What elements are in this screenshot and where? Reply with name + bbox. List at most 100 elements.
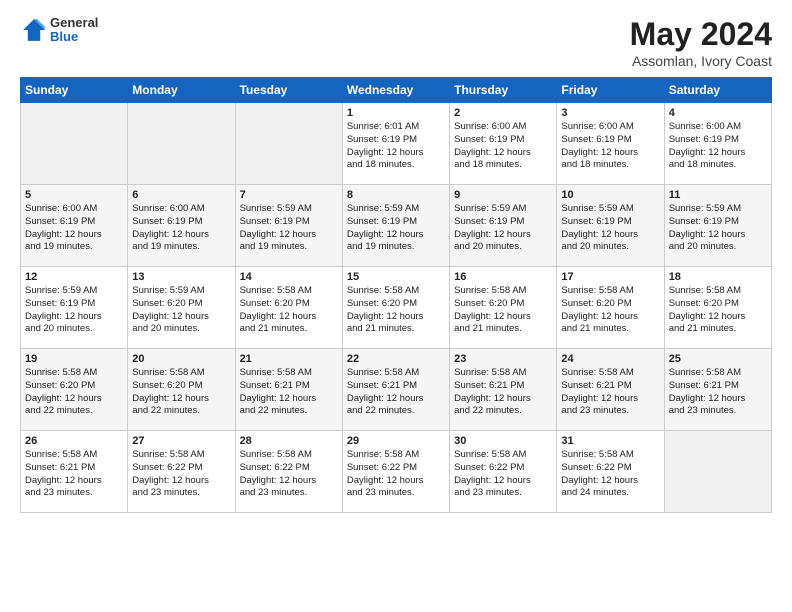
calendar-cell: 25 Sunrise: 5:58 AM Sunset: 6:21 PM Dayli… xyxy=(664,349,771,431)
calendar-day-header: Sunday xyxy=(21,78,128,103)
calendar-cell: 20 Sunrise: 5:58 AM Sunset: 6:20 PM Dayli… xyxy=(128,349,235,431)
day-info: Sunrise: 6:00 AM Sunset: 6:19 PM Dayligh… xyxy=(454,121,552,172)
day-number: 22 xyxy=(347,353,445,365)
calendar-cell: 2 Sunrise: 6:00 AM Sunset: 6:19 PM Daylig… xyxy=(450,103,557,185)
day-info: Sunrise: 6:00 AM Sunset: 6:19 PM Dayligh… xyxy=(669,121,767,172)
day-number: 21 xyxy=(240,353,338,365)
calendar-cell xyxy=(128,103,235,185)
day-number: 1 xyxy=(347,107,445,119)
calendar-cell: 14Sunrise: 5:58 AM Sunset: 6:20 PM Dayli… xyxy=(235,267,342,349)
calendar-week-row: 26 Sunrise: 5:58 AM Sunset: 6:21 PM Dayli… xyxy=(21,431,772,513)
day-info: Sunrise: 5:58 AM Sunset: 6:20 PM Dayligh… xyxy=(132,367,230,418)
calendar-cell: 16 Sunrise: 5:58 AM Sunset: 6:20 PM Dayli… xyxy=(450,267,557,349)
calendar-day-header: Saturday xyxy=(664,78,771,103)
calendar-week-row: 19 Sunrise: 5:58 AM Sunset: 6:20 PM Dayli… xyxy=(21,349,772,431)
day-number: 12 xyxy=(25,271,123,283)
logo-text: General Blue xyxy=(50,16,98,45)
calendar-cell xyxy=(664,431,771,513)
day-number: 2 xyxy=(454,107,552,119)
calendar-cell: 27 Sunrise: 5:58 AM Sunset: 6:22 PM Dayli… xyxy=(128,431,235,513)
day-number: 3 xyxy=(561,107,659,119)
header: General Blue May 2024 Assomlan, Ivory Co… xyxy=(20,16,772,69)
day-number: 31 xyxy=(561,435,659,447)
calendar-cell: 12Sunrise: 5:59 AM Sunset: 6:19 PM Dayli… xyxy=(21,267,128,349)
day-number: 29 xyxy=(347,435,445,447)
calendar-cell: 3 Sunrise: 6:00 AM Sunset: 6:19 PM Daylig… xyxy=(557,103,664,185)
day-number: 27 xyxy=(132,435,230,447)
logo-line1: General xyxy=(50,16,98,30)
day-number: 25 xyxy=(669,353,767,365)
day-info: Sunrise: 6:00 AM Sunset: 6:19 PM Dayligh… xyxy=(25,203,123,254)
day-number: 15 xyxy=(347,271,445,283)
day-info: Sunrise: 5:58 AM Sunset: 6:21 PM Dayligh… xyxy=(669,367,767,418)
day-info: Sunrise: 5:58 AM Sunset: 6:21 PM Dayligh… xyxy=(561,367,659,418)
day-number: 19 xyxy=(25,353,123,365)
calendar-cell: 11 Sunrise: 5:59 AM Sunset: 6:19 PM Dayli… xyxy=(664,185,771,267)
day-number: 30 xyxy=(454,435,552,447)
calendar-cell: 17 Sunrise: 5:58 AM Sunset: 6:20 PM Dayli… xyxy=(557,267,664,349)
day-info: Sunrise: 5:59 AM Sunset: 6:19 PM Dayligh… xyxy=(561,203,659,254)
day-number: 16 xyxy=(454,271,552,283)
day-info: Sunrise: 5:58 AM Sunset: 6:22 PM Dayligh… xyxy=(240,449,338,500)
day-number: 11 xyxy=(669,189,767,201)
day-number: 18 xyxy=(669,271,767,283)
day-number: 14 xyxy=(240,271,338,283)
calendar-day-header: Friday xyxy=(557,78,664,103)
day-number: 17 xyxy=(561,271,659,283)
calendar-week-row: 1 Sunrise: 6:01 AM Sunset: 6:19 PM Daylig… xyxy=(21,103,772,185)
day-info: Sunrise: 6:01 AM Sunset: 6:19 PM Dayligh… xyxy=(347,121,445,172)
day-info: Sunrise: 5:59 AM Sunset: 6:19 PM Dayligh… xyxy=(454,203,552,254)
calendar-cell: 29 Sunrise: 5:58 AM Sunset: 6:22 PM Dayli… xyxy=(342,431,449,513)
day-info: Sunrise: 5:58 AM Sunset: 6:21 PM Dayligh… xyxy=(25,449,123,500)
calendar-cell: 18 Sunrise: 5:58 AM Sunset: 6:20 PM Dayli… xyxy=(664,267,771,349)
day-info: Sunrise: 5:59 AM Sunset: 6:19 PM Dayligh… xyxy=(669,203,767,254)
day-info: Sunrise: 5:58 AM Sunset: 6:21 PM Dayligh… xyxy=(347,367,445,418)
day-info: Sunrise: 5:58 AM Sunset: 6:20 PM Dayligh… xyxy=(669,285,767,336)
calendar-cell: 4 Sunrise: 6:00 AM Sunset: 6:19 PM Daylig… xyxy=(664,103,771,185)
calendar-cell: 21 Sunrise: 5:58 AM Sunset: 6:21 PM Dayli… xyxy=(235,349,342,431)
day-number: 24 xyxy=(561,353,659,365)
day-info: Sunrise: 5:59 AM Sunset: 6:19 PM Dayligh… xyxy=(347,203,445,254)
day-info: Sunrise: 5:58 AM Sunset: 6:20 PM Dayligh… xyxy=(25,367,123,418)
calendar-cell: 10Sunrise: 5:59 AM Sunset: 6:19 PM Dayli… xyxy=(557,185,664,267)
calendar-cell: 8Sunrise: 5:59 AM Sunset: 6:19 PM Daylig… xyxy=(342,185,449,267)
day-number: 7 xyxy=(240,189,338,201)
day-info: Sunrise: 5:58 AM Sunset: 6:22 PM Dayligh… xyxy=(132,449,230,500)
logo: General Blue xyxy=(20,16,98,45)
calendar-cell: 13 Sunrise: 5:59 AM Sunset: 6:20 PM Dayli… xyxy=(128,267,235,349)
calendar-week-row: 5 Sunrise: 6:00 AM Sunset: 6:19 PM Daylig… xyxy=(21,185,772,267)
calendar-cell: 28Sunrise: 5:58 AM Sunset: 6:22 PM Dayli… xyxy=(235,431,342,513)
calendar-day-header: Thursday xyxy=(450,78,557,103)
day-number: 20 xyxy=(132,353,230,365)
day-info: Sunrise: 5:59 AM Sunset: 6:20 PM Dayligh… xyxy=(132,285,230,336)
calendar-cell: 9 Sunrise: 5:59 AM Sunset: 6:19 PM Daylig… xyxy=(450,185,557,267)
day-info: Sunrise: 5:58 AM Sunset: 6:20 PM Dayligh… xyxy=(561,285,659,336)
day-number: 26 xyxy=(25,435,123,447)
calendar-cell: 26 Sunrise: 5:58 AM Sunset: 6:21 PM Dayli… xyxy=(21,431,128,513)
calendar-day-header: Monday xyxy=(128,78,235,103)
calendar-cell: 7Sunrise: 5:59 AM Sunset: 6:19 PM Daylig… xyxy=(235,185,342,267)
day-info: Sunrise: 5:58 AM Sunset: 6:20 PM Dayligh… xyxy=(347,285,445,336)
day-number: 6 xyxy=(132,189,230,201)
day-number: 9 xyxy=(454,189,552,201)
day-info: Sunrise: 5:58 AM Sunset: 6:22 PM Dayligh… xyxy=(347,449,445,500)
day-number: 5 xyxy=(25,189,123,201)
calendar-cell: 19 Sunrise: 5:58 AM Sunset: 6:20 PM Dayli… xyxy=(21,349,128,431)
calendar-cell: 15 Sunrise: 5:58 AM Sunset: 6:20 PM Dayli… xyxy=(342,267,449,349)
day-info: Sunrise: 5:58 AM Sunset: 6:21 PM Dayligh… xyxy=(454,367,552,418)
calendar-table: SundayMondayTuesdayWednesdayThursdayFrid… xyxy=(20,77,772,513)
title-block: May 2024 Assomlan, Ivory Coast xyxy=(630,16,772,69)
calendar-cell: 5 Sunrise: 6:00 AM Sunset: 6:19 PM Daylig… xyxy=(21,185,128,267)
calendar-week-row: 12Sunrise: 5:59 AM Sunset: 6:19 PM Dayli… xyxy=(21,267,772,349)
subtitle: Assomlan, Ivory Coast xyxy=(630,53,772,69)
day-info: Sunrise: 5:58 AM Sunset: 6:20 PM Dayligh… xyxy=(454,285,552,336)
day-number: 13 xyxy=(132,271,230,283)
day-number: 23 xyxy=(454,353,552,365)
calendar-cell xyxy=(235,103,342,185)
main-title: May 2024 xyxy=(630,16,772,53)
day-info: Sunrise: 6:00 AM Sunset: 6:19 PM Dayligh… xyxy=(561,121,659,172)
day-number: 4 xyxy=(669,107,767,119)
day-info: Sunrise: 5:58 AM Sunset: 6:22 PM Dayligh… xyxy=(454,449,552,500)
calendar-cell xyxy=(21,103,128,185)
day-info: Sunrise: 5:58 AM Sunset: 6:21 PM Dayligh… xyxy=(240,367,338,418)
